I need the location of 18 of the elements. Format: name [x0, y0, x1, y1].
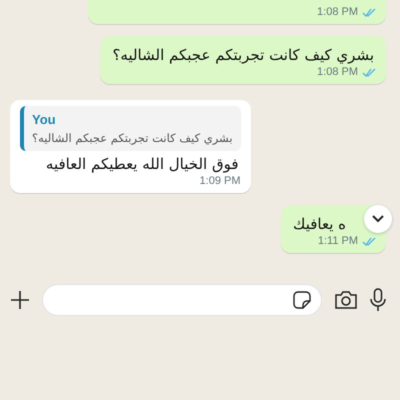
microphone-button[interactable]: [370, 288, 386, 312]
quote-text: بشري كيف كانت تجربتكم عجبكم الشاليه؟: [32, 131, 233, 145]
camera-button[interactable]: [334, 290, 358, 310]
message-text: فوق الخيال الله يعطيكم العافيه: [44, 154, 240, 175]
chevron-down-icon: [372, 215, 384, 223]
message-time: 1:08 PM: [317, 66, 358, 78]
message-text: ه يعافيك: [292, 214, 347, 235]
microphone-icon: [370, 288, 386, 312]
message-text: بشري كيف كانت تجربتكم عجبكم الشاليه؟: [111, 45, 375, 66]
message-time: 1:08 PM: [317, 6, 358, 18]
message-time: 1:11 PM: [318, 235, 358, 247]
quote-author: You: [32, 112, 57, 127]
message-input[interactable]: [42, 284, 322, 316]
sticker-icon: [293, 291, 311, 309]
plus-button[interactable]: [10, 290, 30, 310]
plus-icon: [10, 290, 30, 310]
message-time: 1:09 PM: [200, 175, 241, 187]
camera-icon: [334, 290, 358, 310]
